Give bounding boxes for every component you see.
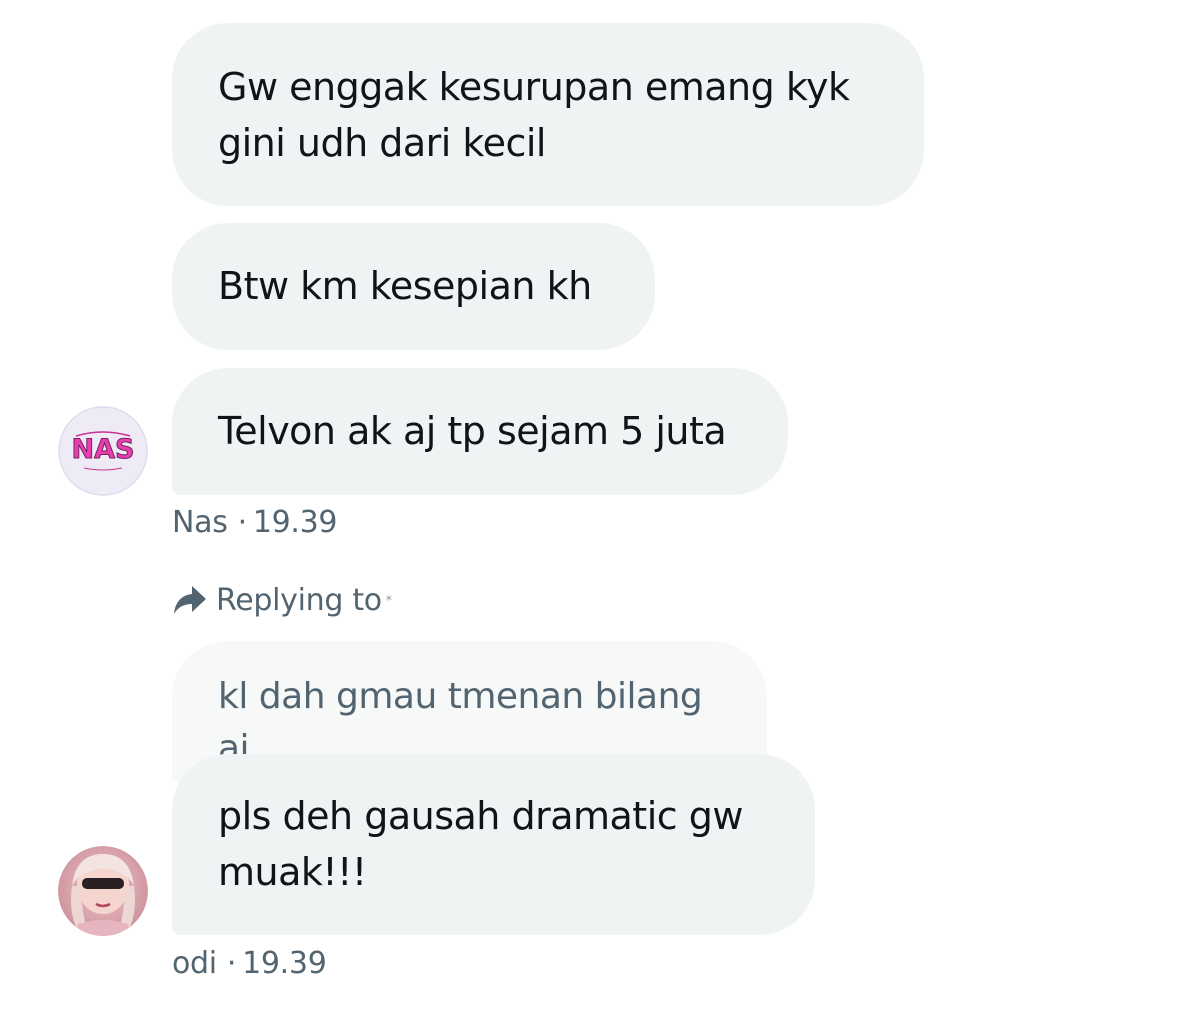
timestamp: 19.39: [242, 946, 327, 981]
message-bubble[interactable]: Gw enggak kesurupan emang kyk gini udh d…: [172, 23, 924, 206]
sender-name: odi: [172, 946, 217, 981]
message-text: Telvon ak aj tp sejam 5 juta: [218, 409, 727, 453]
message-text: Gw enggak kesurupan emang kyk gini udh d…: [218, 65, 850, 165]
sender-name: Nas: [172, 505, 228, 540]
message-meta: Nas · 19.39: [172, 505, 338, 540]
avatar-nas[interactable]: NAS: [58, 406, 148, 496]
nas-logo-icon: NAS: [58, 406, 148, 496]
separator-dot: ·: [226, 946, 237, 981]
message-bubble[interactable]: Telvon ak aj tp sejam 5 juta: [172, 368, 788, 495]
logo-text: NAS: [72, 434, 135, 465]
reply-arrow-icon: [174, 586, 206, 614]
dm-conversation: Gw enggak kesurupan emang kyk gini udh d…: [0, 0, 1200, 1019]
avatar-odi[interactable]: [58, 846, 148, 936]
replying-to-label: Replying to: [216, 582, 382, 618]
timestamp: 19.39: [252, 505, 338, 540]
message-bubble[interactable]: Btw km kesepian kh: [172, 223, 655, 350]
separator-dot: ·: [237, 505, 248, 540]
message-bubble[interactable]: pls deh gausah dramatic gw muak!!!: [172, 754, 815, 935]
message-text: pls deh gausah dramatic gw muak!!!: [218, 794, 743, 894]
profile-photo-icon: [58, 846, 148, 936]
truncated-mark: *: [385, 593, 392, 607]
replying-to-indicator: Replying to *: [172, 578, 392, 622]
message-meta: odi · 19.39: [172, 946, 327, 981]
message-text: Btw km kesepian kh: [218, 264, 592, 308]
